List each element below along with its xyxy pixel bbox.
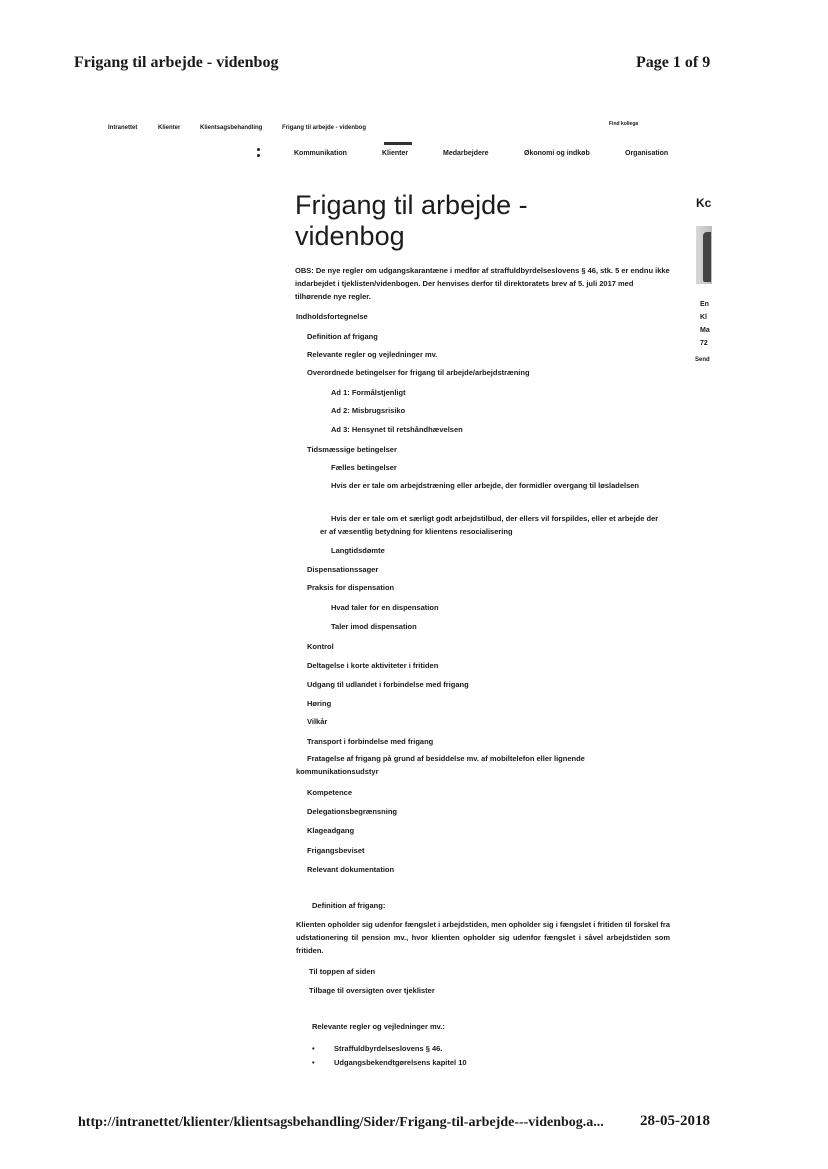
- sidebar-line: Kl: [700, 314, 707, 321]
- toc-link[interactable]: Praksis for dispensation: [307, 581, 394, 594]
- nav-organisation[interactable]: Organisation: [625, 150, 668, 157]
- breadcrumb-klientsagsbehandling[interactable]: Klientsagsbehandling: [200, 125, 282, 131]
- menu-dots-icon[interactable]: [257, 148, 261, 160]
- toc-link[interactable]: Ad 1: Formålstjenligt: [331, 386, 406, 399]
- toc-link[interactable]: Høring: [307, 697, 331, 710]
- list-item: Straffuldbyrdelseslovens § 46.: [312, 1044, 467, 1058]
- toc-link[interactable]: Vilkår: [307, 715, 327, 728]
- nav-okonomi[interactable]: Økonomi og indkøb: [524, 150, 590, 157]
- toc-link[interactable]: Overordnede betingelser for frigang til …: [307, 366, 530, 379]
- toc-link[interactable]: Klageadgang: [307, 824, 354, 837]
- nav-medarbejdere[interactable]: Medarbejdere: [443, 150, 489, 157]
- rules-heading: Relevante regler og vejledninger mv.:: [312, 1022, 445, 1031]
- definition-heading: Definition af frigang:: [312, 901, 386, 910]
- toc-link[interactable]: Kompetence: [307, 786, 352, 799]
- sidebar-heading: Kc: [696, 196, 712, 210]
- toc-link[interactable]: Frigangsbeviset: [307, 844, 365, 857]
- sidebar-line: 72: [700, 340, 708, 347]
- breadcrumb: Intranettet Klienter Klientsagsbehandlin…: [108, 125, 382, 131]
- breadcrumb-klienter[interactable]: Klienter: [158, 125, 200, 131]
- toc-link[interactable]: Hvis der er tale om arbejdstræning eller…: [320, 479, 665, 492]
- sidebar-send-link[interactable]: Send: [695, 357, 710, 363]
- sidebar-line: Ma: [700, 327, 710, 334]
- toc-link[interactable]: Transport i forbindelse med frigang: [307, 735, 433, 748]
- toc-link[interactable]: Dispensationssager: [307, 563, 378, 576]
- back-to-top-link[interactable]: Til toppen af siden: [309, 965, 375, 978]
- sidebar-contact-info: En Kl Ma 72: [700, 298, 710, 350]
- toc-link[interactable]: Relevant dokumentation: [307, 863, 394, 876]
- sidebar-line: En: [700, 301, 709, 308]
- page-title: Frigang til arbejde - videnbog: [295, 190, 528, 251]
- toc-heading: Indholdsfortegnelse: [296, 312, 368, 321]
- toc-link[interactable]: Tidsmæssige betingelser: [307, 443, 397, 456]
- toc-link[interactable]: Hvad taler for en dispensation: [331, 601, 439, 614]
- breadcrumb-current-page: Frigang til arbejde - videnbog: [282, 125, 367, 131]
- toc-link[interactable]: Fratagelse af frigang på grund af besidd…: [296, 752, 666, 778]
- definition-body: Klienten opholder sig udenfor fængslet i…: [296, 920, 670, 955]
- back-to-checklists-link[interactable]: Tilbage til oversigten over tjeklister: [309, 984, 435, 997]
- print-footer-date: 28-05-2018: [640, 1113, 710, 1129]
- toc-link[interactable]: Relevante regler og vejledninger mv.: [307, 348, 437, 361]
- print-page-number: Page 1 of 9: [636, 54, 711, 71]
- print-footer-url: http://intranettet/klienter/klientsagsbe…: [78, 1115, 604, 1130]
- toc-link[interactable]: Ad 2: Misbrugsrisiko: [331, 404, 405, 417]
- obs-note: OBS: De nye regler om udgangskarantæne i…: [295, 266, 670, 301]
- toc-link[interactable]: Udgang til udlandet i forbindelse med fr…: [307, 678, 469, 691]
- toc-link[interactable]: Langtidsdømte: [331, 544, 385, 557]
- toc-link[interactable]: Taler imod dispensation: [331, 620, 417, 633]
- toc-link[interactable]: Deltagelse i korte aktiviteter i fritide…: [307, 659, 438, 672]
- print-header-title: Frigang til arbejde - videnbog: [74, 54, 279, 71]
- toc-link[interactable]: Definition af frigang: [307, 330, 378, 343]
- toc-link[interactable]: Hvis der er tale om et særligt godt arbe…: [320, 512, 665, 538]
- nav-kommunikation[interactable]: Kommunikation: [294, 150, 347, 157]
- toc-link[interactable]: Ad 3: Hensynet til retshåndhævelsen: [331, 423, 463, 436]
- find-colleague-link[interactable]: Find kollega: [609, 121, 638, 127]
- rules-list: Straffuldbyrdelseslovens § 46. Udgangsbe…: [312, 1044, 467, 1072]
- toc-link[interactable]: Kontrol: [307, 640, 334, 653]
- nav-active-indicator: [384, 142, 412, 145]
- sidebar-contact-photo: [696, 226, 712, 284]
- toc-link[interactable]: Fælles betingelser: [331, 461, 397, 474]
- nav-klienter[interactable]: Klienter: [382, 150, 408, 157]
- toc-link[interactable]: Delegationsbegrænsning: [307, 805, 397, 818]
- list-item: Udgangsbekendtgørelsens kapitel 10: [312, 1058, 467, 1072]
- breadcrumb-intranet[interactable]: Intranettet: [108, 125, 158, 131]
